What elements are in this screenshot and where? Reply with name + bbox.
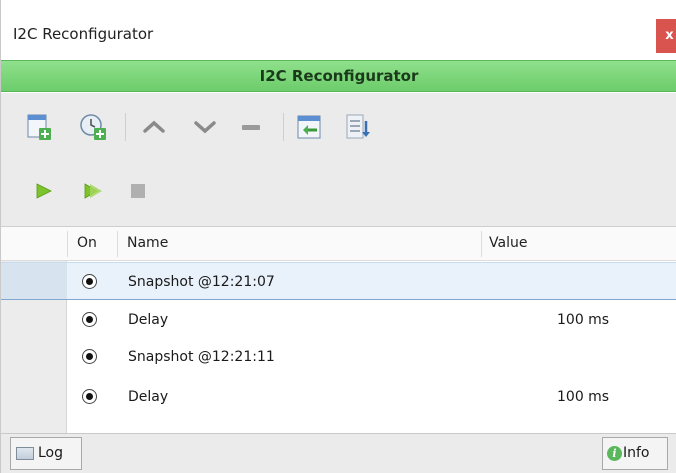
- status-bar: Log i Info: [1, 433, 676, 473]
- row-header[interactable]: [1, 263, 67, 299]
- toolbar: [1, 93, 676, 167]
- chevron-up-icon[interactable]: [140, 113, 168, 141]
- table-row[interactable]: Delay 100 ms: [1, 378, 676, 416]
- table-header: On Name Value: [1, 227, 676, 261]
- import-icon[interactable]: [295, 113, 323, 141]
- column-separator: [117, 231, 118, 257]
- log-icon: [16, 447, 34, 460]
- window-title: I2C Reconfigurator: [13, 25, 154, 43]
- row-name: Delay: [128, 389, 169, 405]
- on-radio[interactable]: [82, 349, 97, 364]
- column-header-value[interactable]: Value: [489, 235, 527, 251]
- table-row[interactable]: Snapshot @12:21:11: [1, 338, 676, 376]
- row-name: Delay: [128, 312, 169, 328]
- close-button[interactable]: x: [656, 19, 676, 53]
- app-window: I2C Reconfigurator x I2C Reconfigurator: [0, 0, 676, 473]
- play-step-icon[interactable]: [81, 180, 103, 202]
- export-list-icon[interactable]: [344, 113, 372, 141]
- minus-icon[interactable]: [237, 113, 265, 141]
- stop-icon[interactable]: [127, 180, 149, 202]
- table-row[interactable]: Delay 100 ms: [1, 301, 676, 339]
- row-name: Snapshot @12:21:11: [128, 349, 275, 365]
- column-header-on[interactable]: On: [77, 235, 97, 251]
- header-banner: I2C Reconfigurator: [1, 60, 676, 92]
- column-header-name[interactable]: Name: [127, 235, 168, 251]
- toolbar-separator: [125, 113, 126, 141]
- log-button[interactable]: Log: [10, 437, 82, 470]
- banner-title: I2C Reconfigurator: [259, 67, 419, 85]
- chevron-down-icon[interactable]: [191, 113, 219, 141]
- row-value: 100 ms: [557, 389, 610, 405]
- row-name: Snapshot @12:21:07: [128, 274, 275, 290]
- add-page-icon[interactable]: [25, 113, 53, 141]
- column-separator: [67, 231, 68, 257]
- table-row[interactable]: Snapshot @12:21:07: [1, 262, 676, 300]
- play-icon[interactable]: [33, 180, 55, 202]
- info-button[interactable]: i Info: [602, 437, 668, 470]
- column-separator: [481, 231, 482, 257]
- on-radio[interactable]: [82, 274, 97, 289]
- row-value: 100 ms: [557, 312, 610, 328]
- toolbar-separator: [283, 113, 284, 141]
- on-radio[interactable]: [82, 389, 97, 404]
- log-label: Log: [38, 445, 64, 461]
- info-icon: i: [607, 446, 622, 461]
- info-label: Info: [623, 445, 650, 461]
- add-clock-icon[interactable]: [79, 113, 107, 141]
- on-radio[interactable]: [82, 312, 97, 327]
- title-bar: I2C Reconfigurator x: [1, 0, 676, 56]
